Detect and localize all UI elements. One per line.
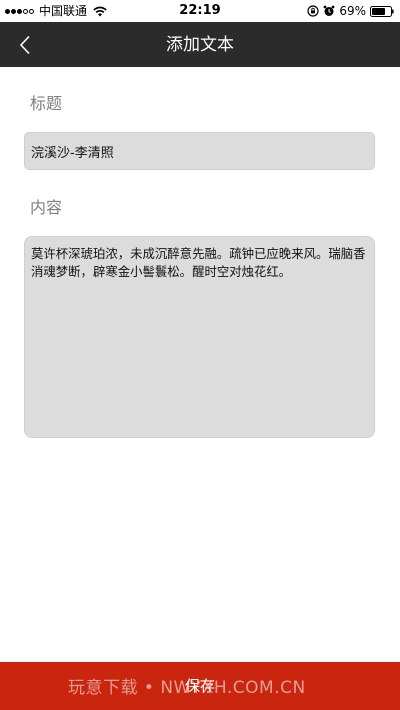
save-button[interactable]: 保存: [0, 662, 400, 710]
status-right: 69%: [307, 4, 394, 18]
content-label: 内容: [30, 198, 63, 217]
status-bar: 中国联通 22:19 69%: [0, 0, 400, 22]
title-label: 标题: [30, 94, 63, 113]
battery-percentage: 69%: [339, 4, 366, 18]
save-button-label: 保存: [184, 677, 215, 695]
alarm-icon: [323, 5, 335, 16]
navigation-bar: 添加文本: [0, 22, 400, 67]
content-textarea[interactable]: 莫许杯深琥珀浓，未成沉醉意先融。疏钟已应晚来风。瑞脑香消魂梦断，辟寒金小髻鬟松。…: [24, 236, 375, 438]
rotation-lock-icon: [307, 5, 319, 17]
page-title: 添加文本: [166, 35, 234, 55]
battery-icon: [370, 5, 394, 17]
title-input[interactable]: [24, 132, 375, 170]
